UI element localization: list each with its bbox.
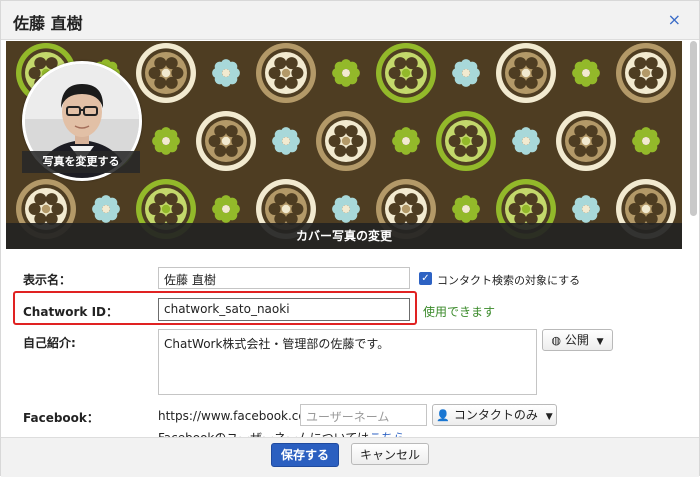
person-icon: 👤 (436, 409, 451, 422)
bio-visibility-dropdown[interactable]: ◍ 公開 ▼ (542, 329, 613, 351)
chatwork-id-input[interactable]: chatwork_sato_naoki (158, 298, 410, 321)
dialog-titlebar: 佐藤 直樹 × (1, 1, 699, 40)
globe-icon: ◍ (551, 334, 561, 347)
close-icon[interactable]: × (668, 10, 681, 29)
caret-down-icon: ▼ (545, 412, 553, 422)
dialog-footer (1, 437, 699, 477)
display-name-input[interactable]: 佐藤 直樹 (158, 267, 410, 289)
facebook-visibility-dropdown[interactable]: 👤 コンタクトのみ ▼ (432, 404, 557, 426)
chatwork-id-status: 使用できます (423, 305, 496, 319)
facebook-label: Facebook： (23, 411, 99, 425)
contact-search-checkbox[interactable]: ✓ (419, 272, 432, 285)
bio-visibility-label: 公開 (564, 333, 589, 347)
profile-edit-dialog: 佐藤 直樹 × カバー写真の変更 写真を変更する 表示名： 佐藤 直樹 ✓ コン… (0, 0, 700, 477)
facebook-visibility-label: コンタクトのみ (453, 408, 538, 422)
cancel-button[interactable]: キャンセル (351, 443, 429, 465)
facebook-url-prefix: https://www.facebook.com/ (158, 409, 322, 423)
contact-search-checkbox-label: コンタクト検索の対象にする (437, 274, 581, 287)
chatwork-id-label: Chatwork ID： (23, 305, 119, 319)
facebook-username-input[interactable]: ユーザーネーム (300, 404, 427, 426)
change-cover-button[interactable]: カバー写真の変更 (6, 223, 682, 249)
dialog-title: 佐藤 直樹 (13, 14, 83, 33)
bio-label: 自己紹介: (23, 336, 76, 350)
display-name-label: 表示名： (23, 273, 72, 287)
save-button[interactable]: 保存する (271, 443, 339, 467)
scrollbar-thumb[interactable] (690, 41, 697, 216)
caret-down-icon: ▼ (596, 337, 604, 347)
facebook-username-placeholder: ユーザーネーム (306, 410, 390, 424)
bio-textarea[interactable]: ChatWork株式会社・管理部の佐藤です。 (158, 329, 537, 395)
change-photo-button[interactable]: 写真を変更する (22, 151, 140, 173)
